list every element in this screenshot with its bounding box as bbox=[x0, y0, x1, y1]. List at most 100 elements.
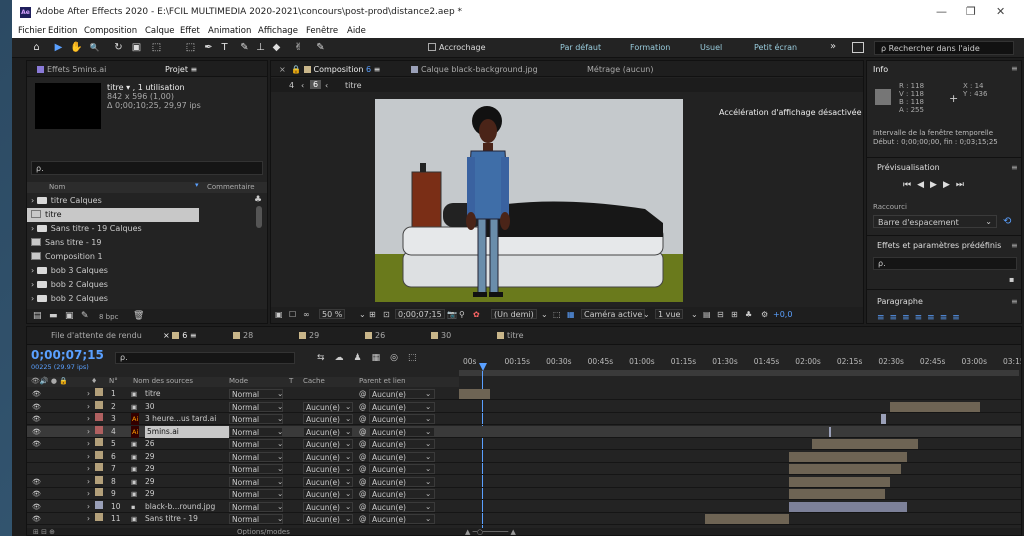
chevron-down-icon[interactable]: ⌄ bbox=[425, 513, 431, 525]
menu-edition[interactable]: Edition bbox=[48, 26, 77, 36]
vr-icon[interactable]: ∞ bbox=[303, 310, 310, 319]
timeline-tab[interactable]: 30 bbox=[431, 331, 451, 340]
chevron-down-icon[interactable]: ⌄ bbox=[345, 488, 351, 500]
brush-tool-icon[interactable]: ✎ bbox=[238, 41, 251, 54]
chevron-down-icon[interactable]: ⌄ bbox=[345, 513, 351, 525]
visibility-eye-icon[interactable]: 👁 bbox=[32, 388, 41, 400]
expand-arrow-icon[interactable]: › bbox=[31, 280, 37, 289]
layer-duration-bar[interactable] bbox=[881, 414, 886, 424]
breadcrumb-current[interactable]: 6 bbox=[310, 80, 322, 89]
sort-icon[interactable]: ▾ bbox=[195, 181, 199, 189]
layer-duration-bar[interactable] bbox=[789, 501, 907, 512]
always-preview-icon[interactable]: ▣ bbox=[275, 310, 283, 319]
layer-row[interactable]: › 6 ▣ 29 Normal ⌄ Aucun(e) ⌄ @ Aucun(e) ⌄ bbox=[27, 450, 1021, 463]
shy-icon[interactable]: ♟ bbox=[354, 353, 372, 363]
help-search-input[interactable]: ρ Rechercher dans l'aide bbox=[874, 41, 1014, 55]
work-area-bar[interactable] bbox=[459, 370, 1019, 376]
paragraph-menu-icon[interactable]: ≡ bbox=[1011, 297, 1018, 306]
pickwhip-icon[interactable]: @ bbox=[359, 501, 367, 513]
tab-project[interactable]: Projet ≡ bbox=[165, 65, 197, 74]
workspace-menu-icon[interactable] bbox=[852, 42, 864, 53]
expand-arrow-icon[interactable]: › bbox=[87, 438, 90, 450]
project-search-input[interactable]: ρ. bbox=[31, 161, 263, 175]
motion-blur-icon[interactable]: ◎ bbox=[390, 353, 408, 363]
timeline-icon[interactable]: ⊞ bbox=[731, 310, 738, 319]
layer-duration-bar[interactable] bbox=[828, 426, 831, 437]
last-frame-icon[interactable]: ⏭ bbox=[956, 180, 970, 190]
fit-icon[interactable]: ⊞ bbox=[369, 310, 376, 319]
workspace-default[interactable]: Par défaut bbox=[560, 43, 601, 52]
layer-mode-select[interactable]: Normal bbox=[229, 426, 283, 437]
project-scrollbar[interactable] bbox=[256, 206, 262, 228]
comp-viewer[interactable] bbox=[375, 99, 683, 302]
layer-label-color[interactable] bbox=[95, 475, 103, 484]
expand-arrow-icon[interactable]: › bbox=[31, 224, 37, 233]
layer-name[interactable]: 29 bbox=[145, 476, 155, 488]
toggle-switches-modes[interactable]: Options/modes bbox=[237, 528, 290, 535]
preview-menu-icon[interactable]: ≡ bbox=[1011, 163, 1018, 172]
toggle-pixel-icon[interactable]: ▤ bbox=[703, 310, 711, 319]
chevron-down-icon[interactable]: ⌄ bbox=[345, 438, 351, 450]
layer-mode-select[interactable]: Normal bbox=[229, 414, 283, 424]
home-icon[interactable]: ⌂ bbox=[30, 41, 43, 54]
layer-label-color[interactable] bbox=[95, 463, 103, 471]
layer-duration-bar[interactable] bbox=[789, 489, 885, 499]
pen-tool-icon[interactable]: ✒ bbox=[202, 41, 215, 54]
breadcrumb-back-icon[interactable]: ‹ bbox=[301, 81, 304, 90]
chevron-down-icon[interactable]: ⌄ bbox=[277, 388, 283, 400]
pickwhip-icon[interactable]: @ bbox=[359, 388, 367, 400]
pickwhip-icon[interactable]: @ bbox=[359, 438, 367, 450]
layer-label-color[interactable] bbox=[95, 438, 103, 446]
visibility-eye-icon[interactable]: 👁 bbox=[32, 413, 41, 425]
expand-arrow-icon[interactable]: › bbox=[87, 501, 90, 513]
expand-arrow-icon[interactable]: › bbox=[87, 476, 90, 488]
selection-tool-icon[interactable]: ▶ bbox=[52, 41, 65, 54]
rotate-tool-icon[interactable]: ↻ bbox=[112, 41, 125, 54]
flowchart-icon[interactable]: ♣ bbox=[745, 310, 752, 319]
chevron-down-icon[interactable]: ⌄ bbox=[425, 501, 431, 513]
project-item[interactable]: Sans titre - 19 bbox=[27, 236, 265, 250]
eraser-tool-icon[interactable]: ◆ bbox=[270, 41, 283, 54]
pickwhip-icon[interactable]: @ bbox=[359, 451, 367, 463]
tab-footage[interactable]: Métrage (aucun) bbox=[587, 65, 653, 74]
loop-icon[interactable]: ⟲ bbox=[1003, 216, 1011, 227]
transparency-grid-icon[interactable]: ▦ bbox=[567, 310, 575, 319]
layer-duration-bar[interactable] bbox=[459, 389, 490, 399]
layer-label-color[interactable] bbox=[95, 500, 103, 509]
visibility-eye-icon[interactable]: 👁 bbox=[32, 401, 41, 413]
comp-flowchart-icon[interactable]: ⇆ bbox=[317, 353, 335, 363]
mask-icon[interactable]: ☐ bbox=[289, 310, 296, 319]
menu-composition[interactable]: Composition bbox=[84, 26, 137, 36]
expand-arrow-icon[interactable]: › bbox=[87, 401, 90, 413]
prev-frame-icon[interactable]: ◀ bbox=[917, 180, 930, 190]
chevron-down-icon[interactable]: ⌄ bbox=[425, 476, 431, 488]
camera-select[interactable]: Caméra active bbox=[581, 309, 646, 319]
zoom-slider[interactable]: ▲ ─○────── ▲ bbox=[465, 528, 516, 535]
pickwhip-icon[interactable]: @ bbox=[359, 463, 367, 475]
breadcrumb-prev[interactable]: 4 bbox=[289, 81, 294, 90]
layer-name[interactable]: black-b...round.jpg bbox=[145, 501, 215, 513]
effects-menu-icon[interactable]: ≡ bbox=[1011, 241, 1018, 250]
breadcrumb-item[interactable]: titre bbox=[345, 81, 362, 90]
layer-row[interactable]: 👁 › 8 ▣ 29 Normal ⌄ Aucun(e) ⌄ @ Aucun(e) ⌄ bbox=[27, 475, 1021, 488]
column-source-name[interactable]: Nom des sources bbox=[133, 377, 193, 385]
layer-row[interactable]: 👁 › 10 ▪ black-b...round.jpg Normal ⌄ Aucun(e) ⌄… bbox=[27, 500, 1021, 513]
settings-icon[interactable]: ✎ bbox=[81, 311, 89, 321]
project-item[interactable]: › bob 2 Calques bbox=[27, 292, 265, 306]
chevron-down-icon[interactable]: ⌄ bbox=[345, 426, 351, 438]
menu-aide[interactable]: Aide bbox=[347, 26, 366, 36]
layer-row[interactable]: 👁 › 11 ▣ Sans titre - 19 Normal ⌄ Aucun(e) ⌄ @ Auc… bbox=[27, 513, 1021, 525]
workspace-small-screen[interactable]: Petit écran bbox=[754, 43, 797, 52]
camera-dropdown-icon[interactable]: ⌄ bbox=[643, 310, 650, 319]
pickwhip-icon[interactable]: @ bbox=[359, 476, 367, 488]
trash-icon[interactable]: 🗑 bbox=[133, 311, 144, 321]
column-comment[interactable]: Commentaire bbox=[207, 183, 255, 191]
expand-arrow-icon[interactable]: › bbox=[31, 266, 37, 275]
expand-arrow-icon[interactable]: › bbox=[31, 294, 37, 303]
chevron-down-icon[interactable]: ⌄ bbox=[277, 463, 283, 475]
chevron-down-icon[interactable]: ⌄ bbox=[425, 488, 431, 500]
column-cache[interactable]: Cache bbox=[303, 377, 325, 385]
layer-duration-bar[interactable] bbox=[705, 514, 790, 524]
expand-arrow-icon[interactable]: › bbox=[87, 451, 90, 463]
column-number[interactable]: N° bbox=[109, 377, 118, 385]
